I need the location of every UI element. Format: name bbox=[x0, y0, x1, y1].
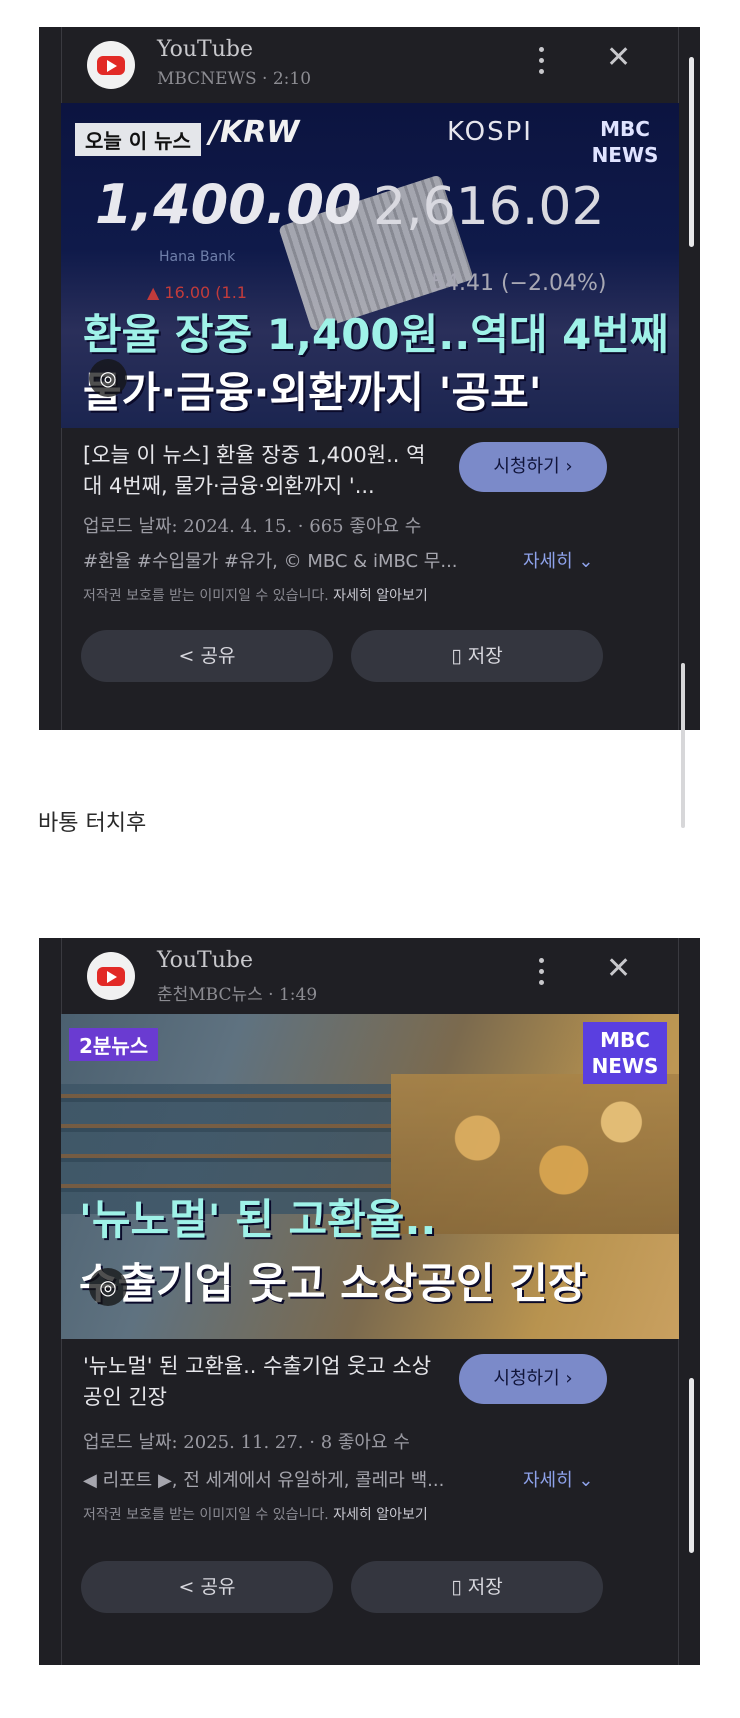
source-name: YouTube bbox=[157, 948, 253, 973]
learn-more-link[interactable]: 자세히 알아보기 bbox=[333, 1507, 428, 1523]
video-title[interactable]: [오늘 이 뉴스] 환율 장중 1,400원.. 역대 4번째, 물가·금융·외… bbox=[83, 440, 443, 502]
bookmark-icon: ▯ bbox=[451, 645, 462, 667]
source-name: YouTube bbox=[157, 37, 253, 62]
bookmark-icon: ▯ bbox=[451, 1576, 462, 1598]
save-button[interactable]: ▯ 저장 bbox=[351, 630, 603, 682]
more-vert-icon[interactable] bbox=[534, 47, 548, 79]
save-button[interactable]: ▯ 저장 bbox=[351, 1561, 603, 1613]
bank-label: Hana Bank bbox=[159, 249, 236, 265]
more-details-link[interactable]: 자세히 ⌄ bbox=[523, 547, 593, 573]
result-card-1: YouTube MBCNEWS · 2:10 ✕ 오늘 이 뉴스 /KRW KO… bbox=[39, 27, 700, 730]
watch-button[interactable]: 시청하기 › bbox=[459, 1354, 607, 1404]
scrollbar-thumb[interactable] bbox=[689, 1378, 694, 1553]
lens-icon[interactable]: ◎ bbox=[89, 359, 127, 397]
result-card-2: YouTube 춘천MBC뉴스 · 1:49 ✕ 2분뉴스 MBC NEWS '… bbox=[39, 938, 700, 1665]
share-icon: < bbox=[178, 1576, 195, 1598]
thumb-badge: 오늘 이 뉴스 bbox=[75, 123, 201, 156]
close-icon[interactable]: ✕ bbox=[606, 43, 631, 73]
youtube-logo-icon bbox=[87, 952, 135, 1000]
channel-duration: 춘천MBC뉴스 · 1:49 bbox=[157, 985, 318, 1005]
caption-text: 바통 터치후 bbox=[38, 811, 147, 836]
learn-more-link[interactable]: 자세히 알아보기 bbox=[333, 588, 428, 604]
description-tags: ◀ 리포트 ▶, 전 세계에서 유일하게, 콜레라 백... bbox=[83, 1470, 445, 1491]
copyright-notice: 저작권 보호를 받는 이미지일 수 있습니다. 자세히 알아보기 bbox=[83, 585, 428, 605]
kospi-label: KOSPI bbox=[447, 117, 533, 147]
thumb-badge: 2분뉴스 bbox=[69, 1028, 159, 1061]
share-button[interactable]: < 공유 bbox=[81, 630, 333, 682]
copyright-text: 저작권 보호를 받는 이미지일 수 있습니다. bbox=[83, 1507, 329, 1523]
save-label: 저장 bbox=[467, 645, 503, 667]
description-tags: #환율 #수입물가 #유가, © MBC & iMBC 무... bbox=[83, 551, 458, 572]
upload-meta: 업로드 날짜: 2025. 11. 27. · 8 좋아요 수 bbox=[83, 1432, 410, 1453]
mbc-news-logo: MBC NEWS bbox=[583, 1022, 667, 1084]
lens-icon[interactable]: ◎ bbox=[89, 1268, 127, 1306]
kospi-value: 2,616.02 bbox=[373, 177, 605, 237]
page-scrollbar[interactable] bbox=[681, 663, 685, 828]
rate-change: ▲ 16.00 (1.1 bbox=[147, 283, 247, 302]
exchange-rate-value: 1,400.00 bbox=[95, 173, 362, 236]
share-button[interactable]: < 공유 bbox=[81, 1561, 333, 1613]
thumb-headline-2: 수출기업 웃고 소상공인 긴장 bbox=[79, 1259, 587, 1308]
krw-label: /KRW bbox=[209, 115, 300, 150]
thumb-headline-1: 환율 장중 1,400원..역대 4번째 bbox=[83, 310, 669, 359]
video-title[interactable]: '뉴노멀' 된 고환율.. 수출기업 웃고 소상공인 긴장 bbox=[83, 1351, 443, 1413]
thumb-headline-2: 물가·금융·외환까지 '공포' bbox=[83, 368, 542, 417]
watch-button[interactable]: 시청하기 › bbox=[459, 442, 607, 492]
close-icon[interactable]: ✕ bbox=[606, 954, 631, 984]
share-icon: < bbox=[178, 645, 195, 667]
youtube-logo-icon bbox=[87, 41, 135, 89]
more-details-link[interactable]: 자세히 ⌄ bbox=[523, 1466, 593, 1492]
kospi-change: 54.41 (−2.04%) bbox=[431, 271, 607, 296]
video-thumbnail[interactable]: 2분뉴스 MBC NEWS '뉴노멀' 된 고환율.. 수출기업 웃고 소상공인… bbox=[61, 1014, 679, 1339]
video-thumbnail[interactable]: 오늘 이 뉴스 /KRW KOSPI MBC NEWS 1,400.00 2,6… bbox=[61, 103, 679, 428]
channel-duration: MBCNEWS · 2:10 bbox=[157, 69, 312, 89]
copyright-notice: 저작권 보호를 받는 이미지일 수 있습니다. 자세히 알아보기 bbox=[83, 1504, 428, 1524]
save-label: 저장 bbox=[467, 1576, 503, 1598]
more-vert-icon[interactable] bbox=[534, 958, 548, 990]
mbc-news-logo: MBC NEWS bbox=[591, 117, 659, 167]
share-label: 공유 bbox=[200, 1576, 236, 1598]
thumb-headline-1: '뉴노멀' 된 고환율.. bbox=[79, 1195, 437, 1244]
share-label: 공유 bbox=[200, 645, 236, 667]
upload-meta: 업로드 날짜: 2024. 4. 15. · 665 좋아요 수 bbox=[83, 516, 422, 537]
scrollbar-thumb[interactable] bbox=[689, 57, 694, 247]
copyright-text: 저작권 보호를 받는 이미지일 수 있습니다. bbox=[83, 588, 329, 604]
